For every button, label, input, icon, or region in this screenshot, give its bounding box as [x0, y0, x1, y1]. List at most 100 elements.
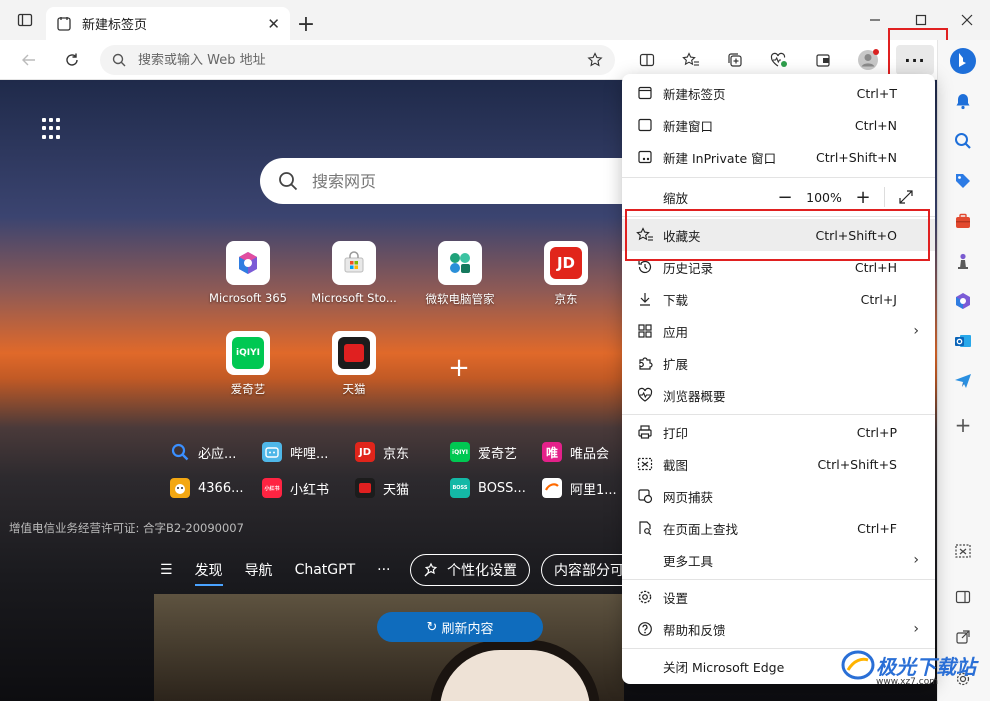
menu-new-window[interactable]: 新建窗口 Ctrl+N — [622, 109, 935, 141]
address-bar[interactable] — [100, 45, 615, 75]
sidebar-notifications[interactable] — [950, 88, 976, 114]
favorites-star-icon — [636, 226, 654, 244]
chess-icon — [958, 253, 968, 269]
menu-separator — [622, 216, 935, 217]
menu-downloads[interactable]: 下载 Ctrl+J — [622, 283, 935, 315]
tile-jd[interactable]: JD 京东 — [521, 241, 611, 307]
help-icon — [636, 620, 654, 638]
external-link-icon — [956, 630, 970, 644]
feed-tab-chatgpt[interactable]: ChatGPT — [295, 562, 356, 578]
browser-essentials-button[interactable] — [764, 46, 794, 74]
quick-link-tmall[interactable]: 天猫 — [355, 477, 409, 499]
profile-button[interactable] — [853, 46, 883, 74]
fullscreen-button[interactable] — [891, 184, 921, 210]
sidebar-tools[interactable] — [950, 208, 976, 234]
quick-link-4366[interactable]: 4366... — [170, 477, 243, 499]
new-tab-button[interactable]: + — [292, 10, 320, 38]
paper-plane-icon — [955, 374, 971, 388]
menu-web-capture[interactable]: 网页捕获 — [622, 480, 935, 512]
favorites-button[interactable] — [676, 46, 706, 74]
address-input[interactable] — [138, 52, 587, 68]
settings-and-more-button[interactable]: ··· — [896, 45, 934, 75]
menu-print[interactable]: 打印 Ctrl+P — [622, 416, 935, 448]
sidebar-screenshot[interactable] — [950, 538, 976, 564]
personalize-button[interactable]: 个性化设置 — [410, 554, 530, 586]
add-shortcut-button[interactable]: + — [446, 355, 472, 381]
iqiyi-icon: iQIYI — [226, 331, 270, 375]
menu-history[interactable]: 历史记录 Ctrl+H — [622, 251, 935, 283]
quick-link-vipshop[interactable]: 唯 唯品会 — [542, 441, 609, 463]
wallet-button[interactable] — [808, 46, 838, 74]
search-icon — [955, 133, 971, 149]
jd-icon: JD — [355, 442, 375, 462]
back-button[interactable] — [15, 46, 43, 74]
menu-settings[interactable]: 设置 — [622, 581, 935, 613]
refresh-content-button[interactable]: ↻ 刷新内容 — [377, 612, 543, 642]
aurora-logo-icon — [841, 650, 875, 680]
feed-more-tabs[interactable]: ··· — [377, 562, 390, 578]
download-icon — [636, 290, 654, 308]
minimize-button[interactable] — [852, 0, 898, 40]
quick-link-boss[interactable]: BOSS BOSS... — [450, 477, 526, 499]
tab-new-tab[interactable]: 新建标签页 ✕ — [46, 7, 290, 40]
web-search-box[interactable] — [260, 158, 680, 204]
tile-iqiyi[interactable]: iQIYI 爱奇艺 — [203, 331, 293, 397]
menu-new-tab[interactable]: 新建标签页 Ctrl+T — [622, 77, 935, 109]
quick-link-iqiyi[interactable]: iQIYI 爱奇艺 — [450, 441, 517, 463]
close-window-button[interactable] — [944, 0, 990, 40]
menu-browser-essentials[interactable]: 浏览器概要 — [622, 379, 935, 411]
refresh-button[interactable] — [58, 46, 86, 74]
quick-link-xiaohongshu[interactable]: 小红书 小红书 — [262, 477, 329, 499]
tile-microsoft-store[interactable]: Microsoft Sto... — [309, 241, 399, 305]
bilibili-icon — [262, 442, 282, 462]
chevron-right-icon: › — [913, 621, 919, 637]
sidebar-open-external[interactable] — [950, 624, 976, 650]
quick-link-bing[interactable]: 必应... — [170, 441, 236, 463]
collections-button[interactable] — [720, 46, 750, 74]
menu-more-tools[interactable]: 更多工具 › — [622, 544, 935, 576]
zoom-out-button[interactable]: − — [770, 184, 800, 210]
minimize-icon — [870, 19, 880, 21]
menu-extensions[interactable]: 扩展 — [622, 347, 935, 379]
sidebar-drop[interactable] — [950, 368, 976, 394]
menu-favorites[interactable]: 收藏夹 Ctrl+Shift+O — [622, 219, 935, 251]
sidebar-search[interactable] — [950, 128, 976, 154]
tile-tmall[interactable]: 天猫 — [309, 331, 399, 397]
quick-link-bilibili[interactable]: 哔哩... — [262, 441, 328, 463]
feed-menu-icon[interactable]: ☰ — [160, 562, 173, 578]
copilot-button[interactable] — [948, 46, 978, 76]
sidebar-shopping[interactable] — [950, 168, 976, 194]
sidebar-add-button[interactable]: + — [950, 412, 976, 438]
app-launcher-icon[interactable] — [42, 118, 64, 140]
tab-close-icon[interactable]: ✕ — [267, 15, 280, 33]
menu-apps[interactable]: 应用 › — [622, 315, 935, 347]
quick-link-jd[interactable]: JD 京东 — [355, 441, 409, 463]
quick-link-alibaba[interactable]: 阿里1... — [542, 477, 617, 499]
add-favorite-star-icon[interactable] — [587, 52, 603, 68]
web-search-input[interactable] — [312, 171, 662, 191]
menu-separator — [622, 177, 935, 178]
menu-find-on-page[interactable]: 在页面上查找 Ctrl+F — [622, 512, 935, 544]
tab-actions-button[interactable] — [2, 0, 48, 40]
menu-help-feedback[interactable]: 帮助和反馈 › — [622, 613, 935, 645]
menu-screenshot[interactable]: 截图 Ctrl+Shift+S — [622, 448, 935, 480]
sidebar-split-view[interactable] — [950, 584, 976, 610]
tile-microsoft-365[interactable]: Microsoft 365 — [203, 241, 293, 305]
tile-pc-manager[interactable]: 微软电脑管家 — [415, 241, 505, 307]
bing-copilot-icon — [950, 48, 976, 74]
chevron-right-icon: › — [913, 552, 919, 568]
maximize-button[interactable] — [898, 0, 944, 40]
split-screen-button[interactable] — [632, 46, 662, 74]
sidebar-games[interactable] — [950, 248, 976, 274]
sidebar-outlook[interactable] — [950, 328, 976, 354]
sidebar-microsoft-365[interactable] — [950, 288, 976, 314]
feed-tab-discover[interactable]: 发现 — [194, 560, 223, 586]
zoom-in-button[interactable]: + — [848, 184, 878, 210]
heart-pulse-icon — [636, 386, 654, 404]
bing-search-icon — [170, 442, 190, 462]
printer-icon — [636, 423, 654, 441]
feed-tab-navigation[interactable]: 导航 — [245, 560, 273, 580]
puzzle-icon — [636, 354, 654, 372]
menu-new-inprivate[interactable]: 新建 InPrivate 窗口 Ctrl+Shift+N — [622, 141, 935, 173]
web-capture-icon — [636, 487, 654, 505]
